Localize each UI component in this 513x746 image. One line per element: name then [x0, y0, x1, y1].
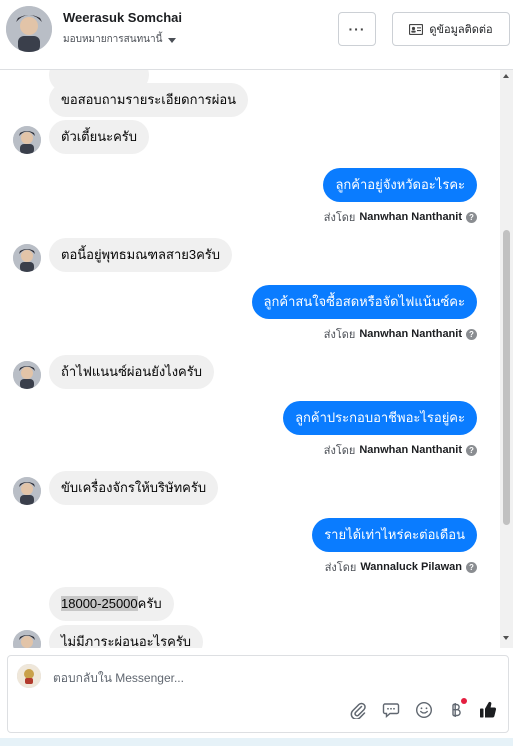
sent-by-line: ส่งโดย Nanwhan Nanthanit ? — [324, 325, 477, 343]
message-bubble-incoming: 18000-25000ครับ — [49, 587, 174, 621]
scroll-thumb[interactable] — [503, 230, 510, 525]
sent-by-line: ส่งโดย Nanwhan Nanthanit ? — [324, 441, 477, 459]
contact-avatar-small — [13, 244, 41, 272]
info-icon[interactable]: ? — [466, 328, 477, 340]
caret-down-icon — [168, 37, 177, 43]
contact-card-icon — [409, 23, 424, 35]
message-bubble-incoming: ตัวเตี้ยนะครับ — [49, 120, 150, 154]
assign-conversation-dropdown[interactable]: มอบหมายการสนทนานี้ — [63, 32, 177, 47]
conversation-header: Weerasuk Somchai มอบหมายการสนทนานี้ ··· … — [0, 0, 513, 70]
message-bubble-incoming: ขับเครื่องจักรให้บริษัทครับ — [49, 471, 219, 505]
sender-name: Nanwhan Nanthanit — [359, 211, 462, 223]
view-contact-label: ดูข้อมูลติดต่อ — [429, 24, 493, 36]
contact-avatar-small — [13, 126, 41, 154]
message-bubble-outgoing: ลูกค้าอยู่จังหวัดอะไรคะ — [323, 168, 477, 202]
contact-avatar[interactable] — [6, 6, 52, 52]
message-text: ครับ — [137, 596, 162, 611]
message-bubble-incoming: ขอสอบถามรายระเอียดการผ่อน — [49, 83, 249, 117]
highlighted-text: 18000-25000 — [61, 596, 138, 611]
message-bubble-incoming: ถ้าไฟแนนซ์ผ่อนยังไงครับ — [49, 355, 214, 389]
contact-avatar-small — [13, 630, 41, 648]
thumbs-up-icon[interactable] — [476, 698, 500, 722]
sender-name: Nanwhan Nanthanit — [359, 328, 462, 340]
message-bubble-incoming: ตอนี้อยู่พุทธมณฑลสาย3ครับ — [49, 238, 233, 272]
notification-dot — [461, 698, 467, 704]
sent-by-label: ส่งโดย — [323, 445, 356, 457]
more-options-button[interactable]: ··· — [338, 12, 376, 46]
ellipsis-icon: ··· — [348, 21, 366, 37]
sent-by-label: ส่งโดย — [324, 562, 357, 574]
message-bubble-incoming: ไม่มีภาระผ่อนอะไรครับ — [49, 625, 204, 648]
thread-scrollbar[interactable] — [500, 70, 513, 648]
message-bubble-outgoing: รายได้เท่าไหร่คะต่อเดือน — [312, 518, 477, 552]
baht-icon[interactable] — [444, 698, 468, 722]
sent-by-label: ส่งโดย — [323, 212, 356, 224]
message-bubble-outgoing: ลูกค้าสนใจซื้อสดหรือจัดไฟแน้นซ์คะ — [251, 285, 477, 319]
message-thread[interactable]: ขอสอบถามรายระเอียดการผ่อน ตัวเตี้ยนะครับ… — [0, 70, 513, 648]
sent-by-line: ส่งโดย Nanwhan Nanthanit ? — [324, 208, 477, 226]
contact-avatar-small — [13, 477, 41, 505]
contact-name: Weerasuk Somchai — [63, 10, 182, 25]
sender-name: Nanwhan Nanthanit — [359, 444, 462, 456]
message-bubble-outgoing: ลูกค้าประกอบอาชีพอะไรอยู่คะ — [283, 401, 477, 435]
reply-composer — [7, 655, 509, 733]
info-icon[interactable]: ? — [466, 444, 477, 456]
speech-bubble-icon[interactable] — [379, 698, 403, 722]
sent-by-line: ส่งโดย Wannaluck Pilawan ? — [325, 558, 477, 576]
smiley-icon[interactable] — [412, 698, 436, 722]
paperclip-icon[interactable] — [346, 698, 370, 722]
view-contact-button[interactable]: ดูข้อมูลติดต่อ — [392, 12, 510, 46]
sent-by-label: ส่งโดย — [323, 329, 356, 341]
assign-label: มอบหมายการสนทนานี้ — [63, 34, 163, 45]
info-icon[interactable]: ? — [466, 561, 477, 573]
page-avatar — [17, 664, 41, 688]
scroll-up-arrow-icon[interactable] — [503, 74, 509, 78]
page-footer-strip — [0, 738, 513, 746]
reply-input[interactable] — [53, 668, 473, 688]
scroll-down-arrow-icon[interactable] — [503, 636, 509, 640]
contact-avatar-small — [13, 361, 41, 389]
sender-name: Wannaluck Pilawan — [360, 561, 462, 573]
info-icon[interactable]: ? — [466, 211, 477, 223]
